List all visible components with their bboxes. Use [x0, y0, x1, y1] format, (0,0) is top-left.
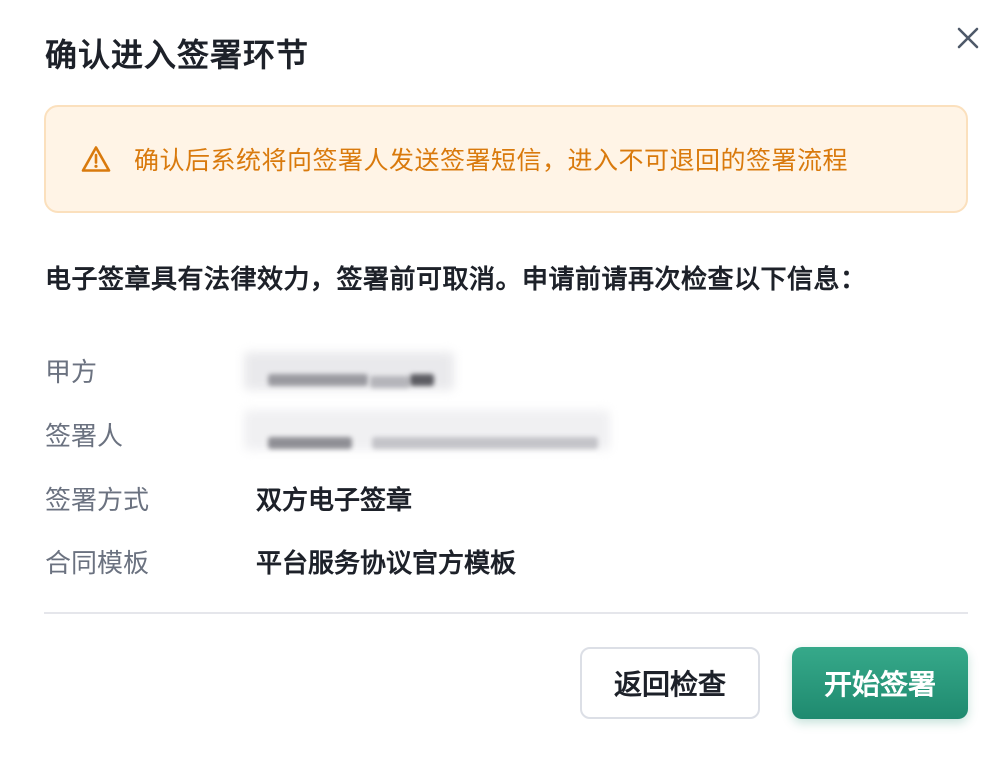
signer-label: 签署人	[45, 421, 124, 452]
template-label: 合同模板	[45, 548, 150, 579]
back-to-check-button[interactable]: 返回检查	[580, 647, 760, 719]
info-row-party-a: 甲方	[45, 350, 256, 390]
warning-alert: 确认后系统将向签署人发送签署短信，进入不可退回的签署流程	[44, 105, 968, 213]
sign-method-label: 签署方式	[45, 485, 150, 516]
start-signing-button[interactable]: 开始签署	[792, 647, 968, 719]
close-button[interactable]	[950, 20, 986, 56]
info-row-sign-method: 签署方式 双方电子签章	[45, 478, 412, 518]
template-value: 平台服务协议官方模板	[256, 548, 517, 579]
info-row-signer: 签署人	[45, 414, 256, 454]
party-a-label: 甲方	[45, 357, 98, 388]
warning-text: 确认后系统将向签署人发送签署短信，进入不可退回的签署流程	[134, 146, 849, 175]
warning-triangle-icon	[80, 143, 112, 175]
sign-method-value: 双方电子签章	[256, 485, 413, 516]
confirm-signing-dialog: 确认进入签署环节 确认后系统将向签署人发送签署短信，进入不可退回的签署流程 电子…	[0, 0, 1008, 762]
footer-divider	[44, 612, 968, 614]
close-icon[interactable]	[956, 26, 980, 50]
info-row-template: 合同模板 平台服务协议官方模板	[45, 541, 516, 581]
dialog-title: 确认进入签署环节	[45, 36, 310, 74]
notice-text: 电子签章具有法律效力，签署前可取消。申请前请再次检查以下信息：	[45, 265, 867, 295]
